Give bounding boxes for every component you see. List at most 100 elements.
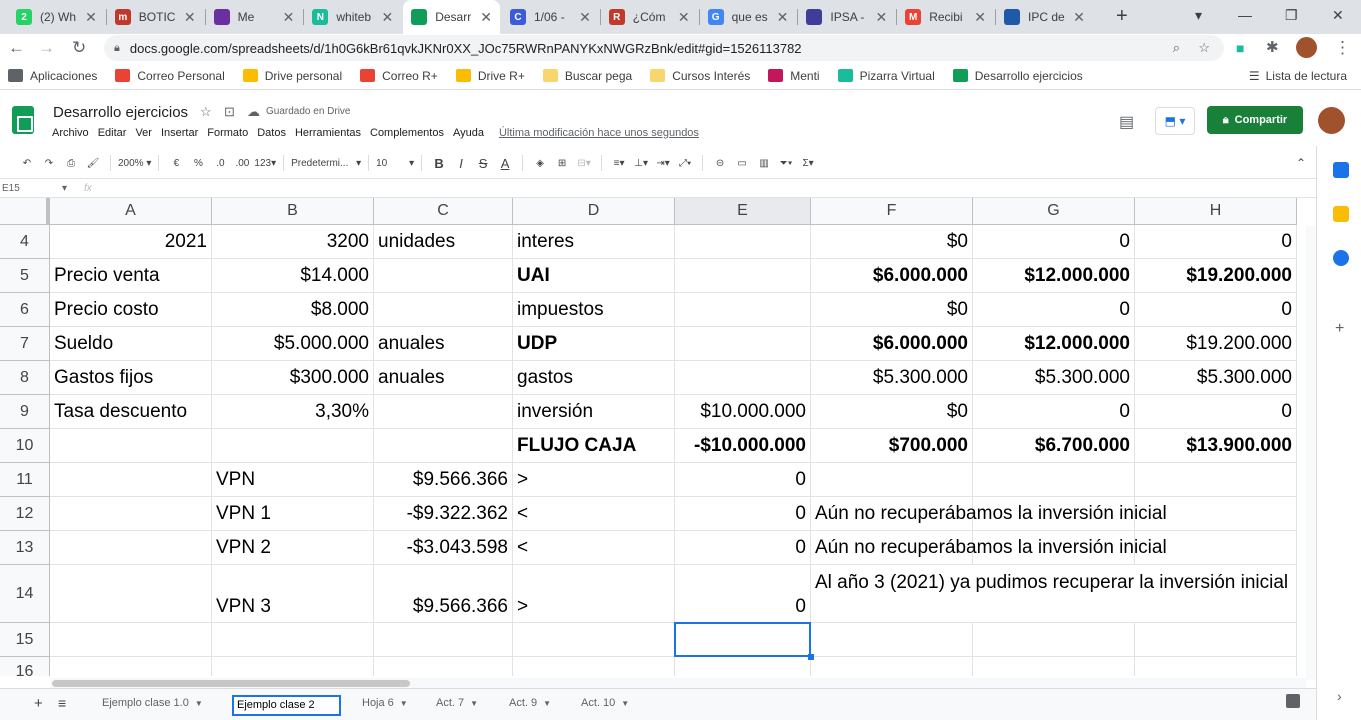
account-avatar[interactable] xyxy=(1318,107,1345,134)
cell-h7[interactable]: $19.200.000 xyxy=(1135,327,1297,361)
decrease-decimals-button[interactable]: .0 xyxy=(210,153,230,173)
functions-icon[interactable]: Σ▾ xyxy=(798,153,818,173)
sheets-logo-icon[interactable] xyxy=(12,106,34,134)
tab-search-icon[interactable]: ▾ xyxy=(1195,7,1202,24)
cell-c4[interactable]: unidades xyxy=(374,225,513,259)
cell-a5[interactable]: Precio venta xyxy=(50,259,212,293)
cell-d10[interactable]: FLUJO CAJA xyxy=(513,429,675,463)
cell-c16[interactable] xyxy=(374,657,513,676)
all-sheets-icon[interactable]: ≡ xyxy=(58,695,66,711)
menu-herramientas[interactable]: Herramientas xyxy=(295,127,361,139)
column-header-b[interactable]: B xyxy=(212,198,374,225)
kebab-menu-icon[interactable]: ⋮ xyxy=(1334,38,1351,58)
row-header-10[interactable]: 10 xyxy=(0,429,50,463)
cell-e7[interactable] xyxy=(675,327,811,361)
cell-g11[interactable] xyxy=(973,463,1135,497)
cell-e5[interactable] xyxy=(675,259,811,293)
menu-archivo[interactable]: Archivo xyxy=(52,127,89,139)
calendar-icon[interactable] xyxy=(1333,162,1349,178)
column-header-f[interactable]: F xyxy=(811,198,973,225)
browser-tab-3[interactable]: Me ✕ xyxy=(206,0,303,34)
row-header-5[interactable]: 5 xyxy=(0,259,50,293)
cell-a9[interactable]: Tasa descuento xyxy=(50,395,212,429)
cell-b13[interactable]: VPN 2 xyxy=(212,531,374,565)
insert-chart-icon[interactable]: ▥ xyxy=(754,153,774,173)
row-header-14[interactable]: 14 xyxy=(0,565,50,623)
minimize-icon[interactable]: — xyxy=(1238,7,1252,23)
dropdown-icon[interactable]: ▼ xyxy=(400,699,408,708)
cell-h8[interactable]: $5.300.000 xyxy=(1135,361,1297,395)
cell-e9[interactable]: $10.000.000 xyxy=(675,395,811,429)
back-arrow-icon[interactable]: ← xyxy=(8,38,25,58)
cell-d4[interactable]: interes xyxy=(513,225,675,259)
cell-d7[interactable]: UDP xyxy=(513,327,675,361)
cell-c7[interactable]: anuales xyxy=(374,327,513,361)
cell-c8[interactable]: anuales xyxy=(374,361,513,395)
cell-f10[interactable]: $700.000 xyxy=(811,429,973,463)
restore-icon[interactable]: ❐ xyxy=(1285,7,1298,24)
text-color-icon[interactable]: A xyxy=(495,153,515,173)
column-header-a[interactable]: A xyxy=(50,198,212,225)
add-sheet-icon[interactable]: + xyxy=(34,695,43,712)
cell-b16[interactable] xyxy=(212,657,374,676)
bookmark-item[interactable]: Desarrollo ejercicios xyxy=(952,69,1083,83)
cell-g8[interactable]: $5.300.000 xyxy=(973,361,1135,395)
cell-g15[interactable] xyxy=(973,623,1135,657)
more-formats-select[interactable]: 123 ▾ xyxy=(254,153,276,173)
close-tab-icon[interactable]: ✕ xyxy=(1073,9,1085,26)
cell-h16[interactable] xyxy=(1135,657,1297,676)
font-size-select[interactable]: 10 ▾ xyxy=(376,153,414,173)
close-tab-icon[interactable]: ✕ xyxy=(283,9,295,26)
cell-a13[interactable] xyxy=(50,531,212,565)
undo-icon[interactable]: ↶ xyxy=(17,153,37,173)
cell-h5[interactable]: $19.200.000 xyxy=(1135,259,1297,293)
cell-b4[interactable]: 3200 xyxy=(212,225,374,259)
close-tab-icon[interactable]: ✕ xyxy=(875,9,887,26)
cell-e6[interactable] xyxy=(675,293,811,327)
cell-b12[interactable]: VPN 1 xyxy=(212,497,374,531)
cell-e8[interactable] xyxy=(675,361,811,395)
close-tab-icon[interactable]: ✕ xyxy=(579,9,591,26)
browser-tab-5[interactable]: Desarr ✕ xyxy=(403,0,500,34)
close-tab-icon[interactable]: ✕ xyxy=(974,9,986,26)
horizontal-scroll-thumb[interactable] xyxy=(52,680,410,687)
sheet-tab-5[interactable]: Act. 10 ▼ xyxy=(581,697,629,709)
browser-tab-11[interactable]: IPC de ✕ xyxy=(996,0,1093,34)
cell-a4[interactable]: 2021 xyxy=(50,225,212,259)
cell-f6[interactable]: $0 xyxy=(811,293,973,327)
doc-title[interactable]: Desarrollo ejercicios xyxy=(53,104,188,121)
row-header-9[interactable]: 9 xyxy=(0,395,50,429)
collapse-toolbar-icon[interactable]: ⌃ xyxy=(1296,156,1306,170)
get-addons-icon[interactable]: + xyxy=(1335,320,1344,338)
bookmark-item[interactable]: Buscar pega xyxy=(542,69,632,83)
cell-g16[interactable] xyxy=(973,657,1135,676)
cell-d14[interactable]: > xyxy=(513,565,675,623)
cell-h11[interactable] xyxy=(1135,463,1297,497)
zoom-icon[interactable]: ⌕ xyxy=(1173,40,1180,56)
cell-e12[interactable]: 0 xyxy=(675,497,811,531)
redo-icon[interactable]: ↷ xyxy=(39,153,59,173)
paint-format-icon[interactable]: 🖌︎ xyxy=(83,153,103,173)
cell-b11[interactable]: VPN xyxy=(212,463,374,497)
font-select[interactable]: Predetermi... ▾ xyxy=(291,153,361,173)
dropdown-icon[interactable]: ▼ xyxy=(543,699,551,708)
menu-complementos[interactable]: Complementos xyxy=(370,127,444,139)
cell-d15[interactable] xyxy=(513,623,675,657)
bookmark-item[interactable]: Aplicaciones xyxy=(8,69,97,83)
zoom-select[interactable]: 200% ▾ xyxy=(118,153,151,173)
currency-format-button[interactable]: € xyxy=(166,153,186,173)
sheet-tab-4[interactable]: Act. 9 ▼ xyxy=(509,697,551,709)
cell-e11[interactable]: 0 xyxy=(675,463,811,497)
close-window-icon[interactable]: ✕ xyxy=(1332,7,1344,24)
close-tab-icon[interactable]: ✕ xyxy=(381,9,393,26)
cell-h10[interactable]: $13.900.000 xyxy=(1135,429,1297,463)
cell-e10[interactable]: -$10.000.000 xyxy=(675,429,811,463)
show-side-panel-icon[interactable]: › xyxy=(1337,688,1342,704)
row-header-11[interactable]: 11 xyxy=(0,463,50,497)
browser-tab-10[interactable]: M Recibi ✕ xyxy=(897,0,994,34)
cell-f12[interactable]: Aún no recuperábamos la inversión inicia… xyxy=(811,497,1167,531)
menu-insertar[interactable]: Insertar xyxy=(161,127,198,139)
cell-e16[interactable] xyxy=(675,657,811,676)
bookmark-item[interactable]: Drive personal xyxy=(242,69,342,83)
cell-a7[interactable]: Sueldo xyxy=(50,327,212,361)
